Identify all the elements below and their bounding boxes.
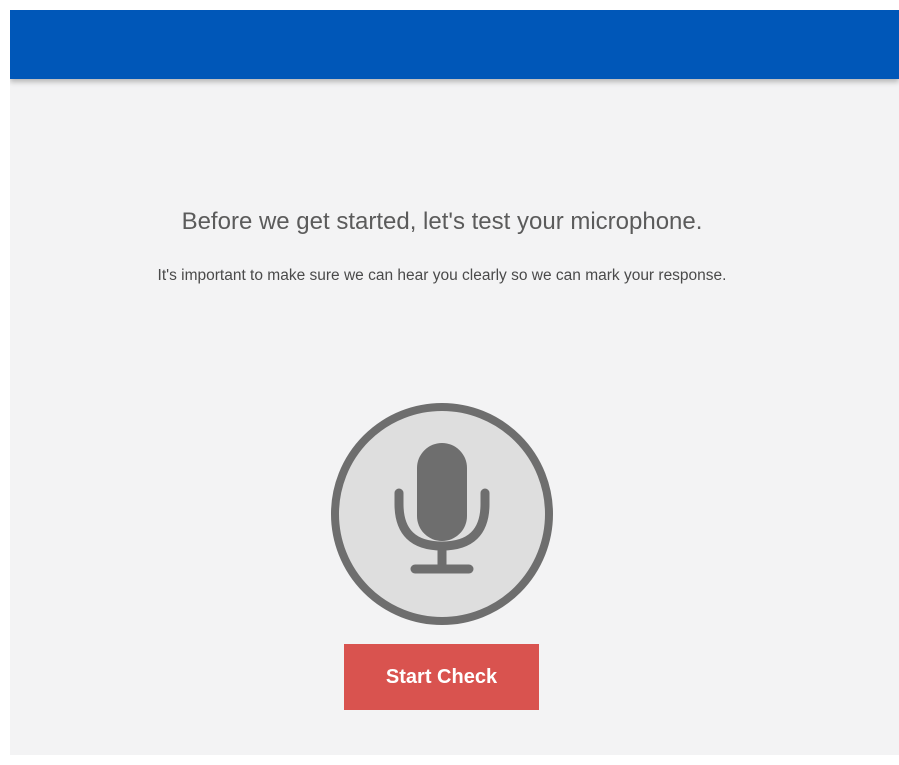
start-check-button[interactable]: Start Check (344, 644, 539, 710)
app-frame: Before we get started, let's test your m… (10, 10, 899, 755)
main-content: Before we get started, let's test your m… (10, 79, 899, 755)
page-title: Before we get started, let's test your m… (181, 208, 703, 235)
microphone-capsule (417, 443, 467, 541)
microphone-icon (329, 401, 555, 627)
top-bar (10, 10, 899, 79)
instruction-text: It's important to make sure we can hear … (157, 267, 727, 284)
microphone-svg (331, 403, 553, 625)
